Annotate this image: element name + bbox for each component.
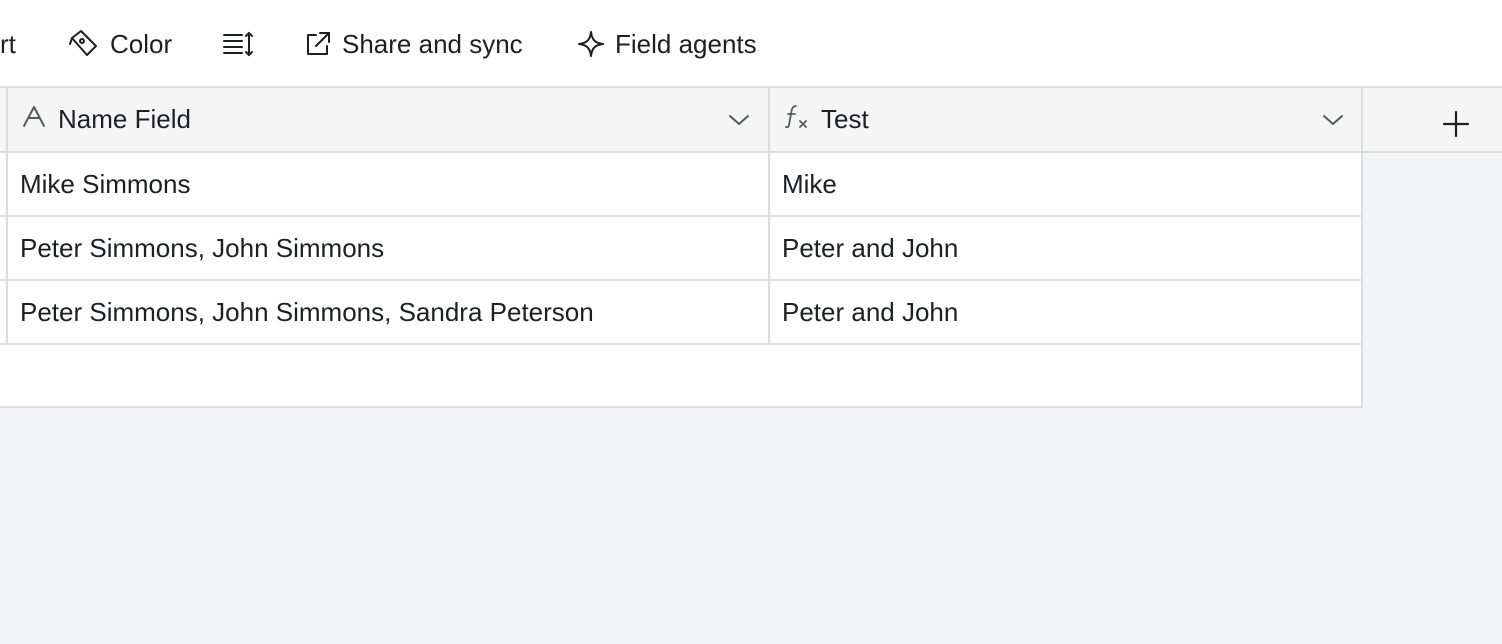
grid-header: Name Field Test — [0, 88, 1361, 153]
text-field-icon — [22, 104, 46, 135]
row-height-button[interactable] — [222, 26, 254, 62]
view-toolbar: rt Color Share and sync Field agents — [0, 0, 1502, 88]
paint-bucket-icon — [68, 28, 100, 60]
color-button-label: Color — [110, 28, 173, 59]
test-cell[interactable]: Peter and John — [782, 217, 1352, 279]
color-button[interactable]: Color — [68, 26, 172, 62]
sort-button-partial[interactable]: rt — [0, 26, 16, 62]
sparkle-icon — [577, 30, 605, 58]
share-and-sync-button[interactable]: Share and sync — [304, 26, 523, 62]
formula-icon — [783, 103, 809, 136]
field-agents-label: Field agents — [615, 28, 757, 59]
test-cell[interactable]: Mike — [782, 153, 1352, 215]
chevron-down-icon[interactable] — [728, 110, 750, 135]
chevron-down-icon[interactable] — [1322, 110, 1344, 135]
name-field-cell[interactable]: Peter Simmons, John Simmons — [20, 217, 760, 279]
name-field-cell[interactable]: Peter Simmons, John Simmons, Sandra Pete… — [20, 281, 760, 343]
column-header-name-field[interactable]: Name Field — [22, 88, 191, 151]
table-row[interactable]: Peter Simmons, John Simmons, Sandra Pete… — [0, 281, 1361, 345]
row-height-icon — [222, 28, 254, 60]
sort-button-label: rt — [0, 28, 16, 59]
column-divider — [6, 88, 8, 345]
share-and-sync-label: Share and sync — [342, 28, 523, 59]
table-row[interactable]: Mike Simmons Mike — [0, 153, 1361, 217]
field-agents-button[interactable]: Field agents — [577, 26, 757, 62]
add-column-header — [1363, 88, 1502, 153]
column-header-test[interactable]: Test — [783, 88, 869, 151]
data-grid: Name Field Test Mike Simmons Mike Peter … — [0, 88, 1363, 408]
test-cell[interactable]: Peter and John — [782, 281, 1352, 343]
name-field-cell[interactable]: Mike Simmons — [20, 153, 760, 215]
column-header-label: Test — [821, 104, 869, 134]
column-divider — [768, 88, 770, 345]
plus-icon — [1440, 110, 1472, 144]
table-row[interactable]: Peter Simmons, John Simmons Peter and Jo… — [0, 217, 1361, 281]
add-column-button[interactable] — [1440, 108, 1472, 140]
add-row-area[interactable] — [0, 345, 1361, 406]
column-header-label: Name Field — [58, 104, 191, 134]
external-link-icon — [304, 30, 332, 58]
